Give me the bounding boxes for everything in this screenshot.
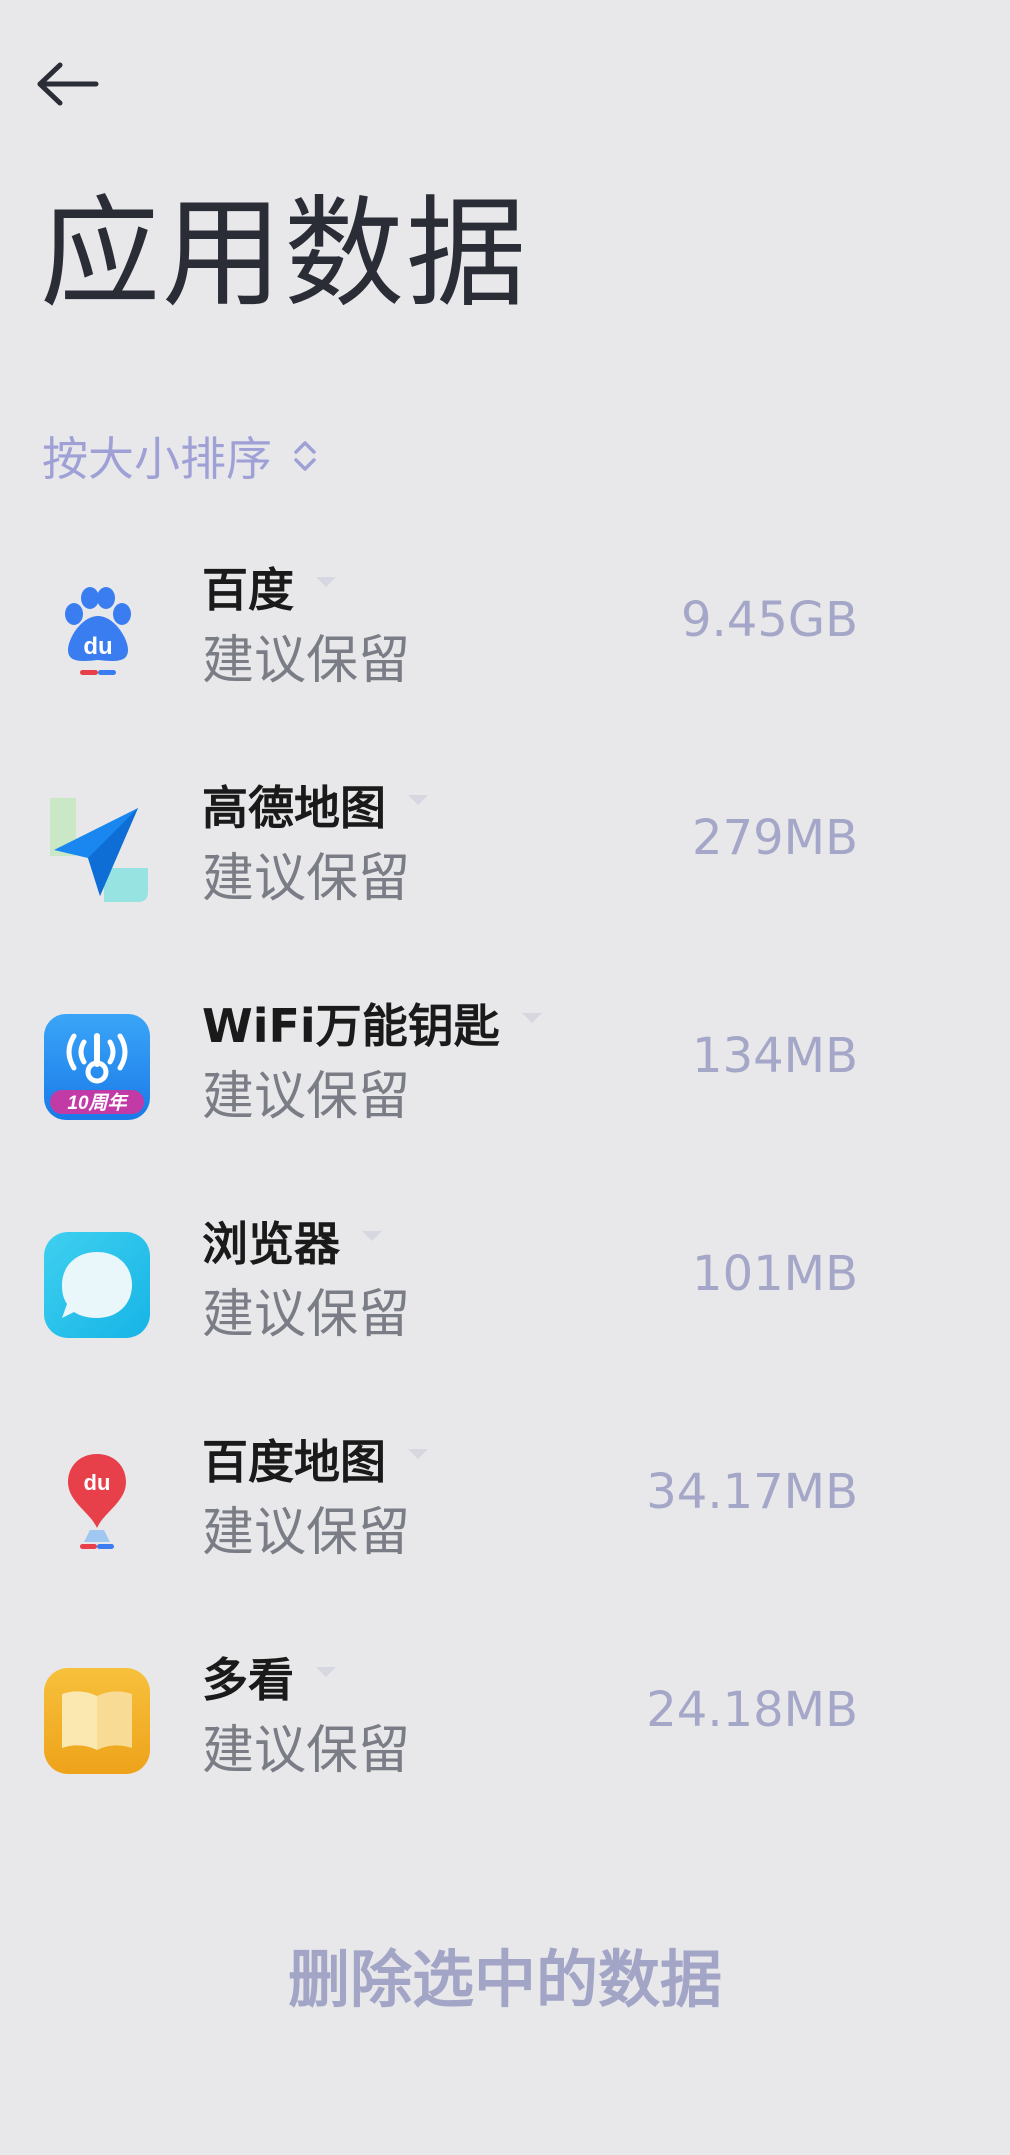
delete-selected-button[interactable]: 删除选中的数据 [0, 1930, 1010, 2030]
app-list: du 百度 建议保留 9.45GB 高德地图 建议保留 279MB 10周年 W… [0, 530, 1010, 1838]
svg-text:du: du [84, 1470, 111, 1495]
caret-down-icon[interactable] [314, 1665, 338, 1679]
app-size: 134MB [692, 1028, 858, 1084]
app-status: 建议保留 [202, 1503, 411, 1563]
list-item-app[interactable]: 10周年 WiFi万能钥匙 建议保留 134MB [0, 966, 1010, 1184]
svg-text:du: du [83, 633, 112, 660]
duokan-book-icon [44, 1668, 150, 1774]
sort-selector[interactable]: 按大小排序 [42, 428, 318, 486]
app-size: 279MB [692, 810, 858, 866]
app-status: 建议保留 [202, 631, 411, 691]
app-name: WiFi万能钥匙 [202, 999, 500, 1053]
wifi-key-icon: 10周年 [44, 1014, 150, 1120]
app-data-screen: 应用数据 按大小排序 du 百度 建议保留 9.45GB 高德地图 建议保留 2… [0, 0, 1010, 2155]
list-item-app[interactable]: 浏览器 建议保留 101MB [0, 1184, 1010, 1402]
back-button[interactable] [36, 52, 116, 116]
sort-label: 按大小排序 [42, 432, 272, 486]
caret-down-icon[interactable] [406, 1447, 430, 1461]
app-name: 高德地图 [202, 781, 386, 835]
sort-updown-icon [292, 438, 318, 474]
app-status: 建议保留 [202, 1285, 411, 1345]
list-item-app[interactable]: du 百度 建议保留 9.45GB [0, 530, 1010, 748]
list-item-app[interactable]: 高德地图 建议保留 279MB [0, 748, 1010, 966]
app-name: 浏览器 [202, 1217, 340, 1271]
amap-plane-icon [44, 796, 150, 902]
app-name: 百度 [202, 563, 294, 617]
baidu-paw-icon: du [44, 578, 150, 684]
page-title: 应用数据 [40, 185, 528, 324]
app-status: 建议保留 [202, 849, 411, 909]
arrow-left-icon [37, 62, 99, 106]
browser-bubble-icon [44, 1232, 150, 1338]
caret-down-icon[interactable] [360, 1229, 384, 1243]
caret-down-icon[interactable] [406, 793, 430, 807]
app-name: 百度地图 [202, 1435, 386, 1489]
app-name: 多看 [202, 1653, 294, 1707]
app-size: 101MB [692, 1246, 858, 1302]
caret-down-icon[interactable] [520, 1011, 544, 1025]
app-status: 建议保留 [202, 1067, 411, 1127]
app-size: 24.18MB [646, 1682, 858, 1738]
baidu-map-pin-icon: du [44, 1450, 150, 1556]
list-item-app[interactable]: 多看 建议保留 24.18MB [0, 1620, 1010, 1838]
caret-down-icon[interactable] [314, 575, 338, 589]
list-item-app[interactable]: du 百度地图 建议保留 34.17MB [0, 1402, 1010, 1620]
app-status: 建议保留 [202, 1721, 411, 1781]
app-size: 9.45GB [681, 592, 858, 648]
svg-text:10周年: 10周年 [67, 1092, 129, 1114]
app-size: 34.17MB [646, 1464, 858, 1520]
